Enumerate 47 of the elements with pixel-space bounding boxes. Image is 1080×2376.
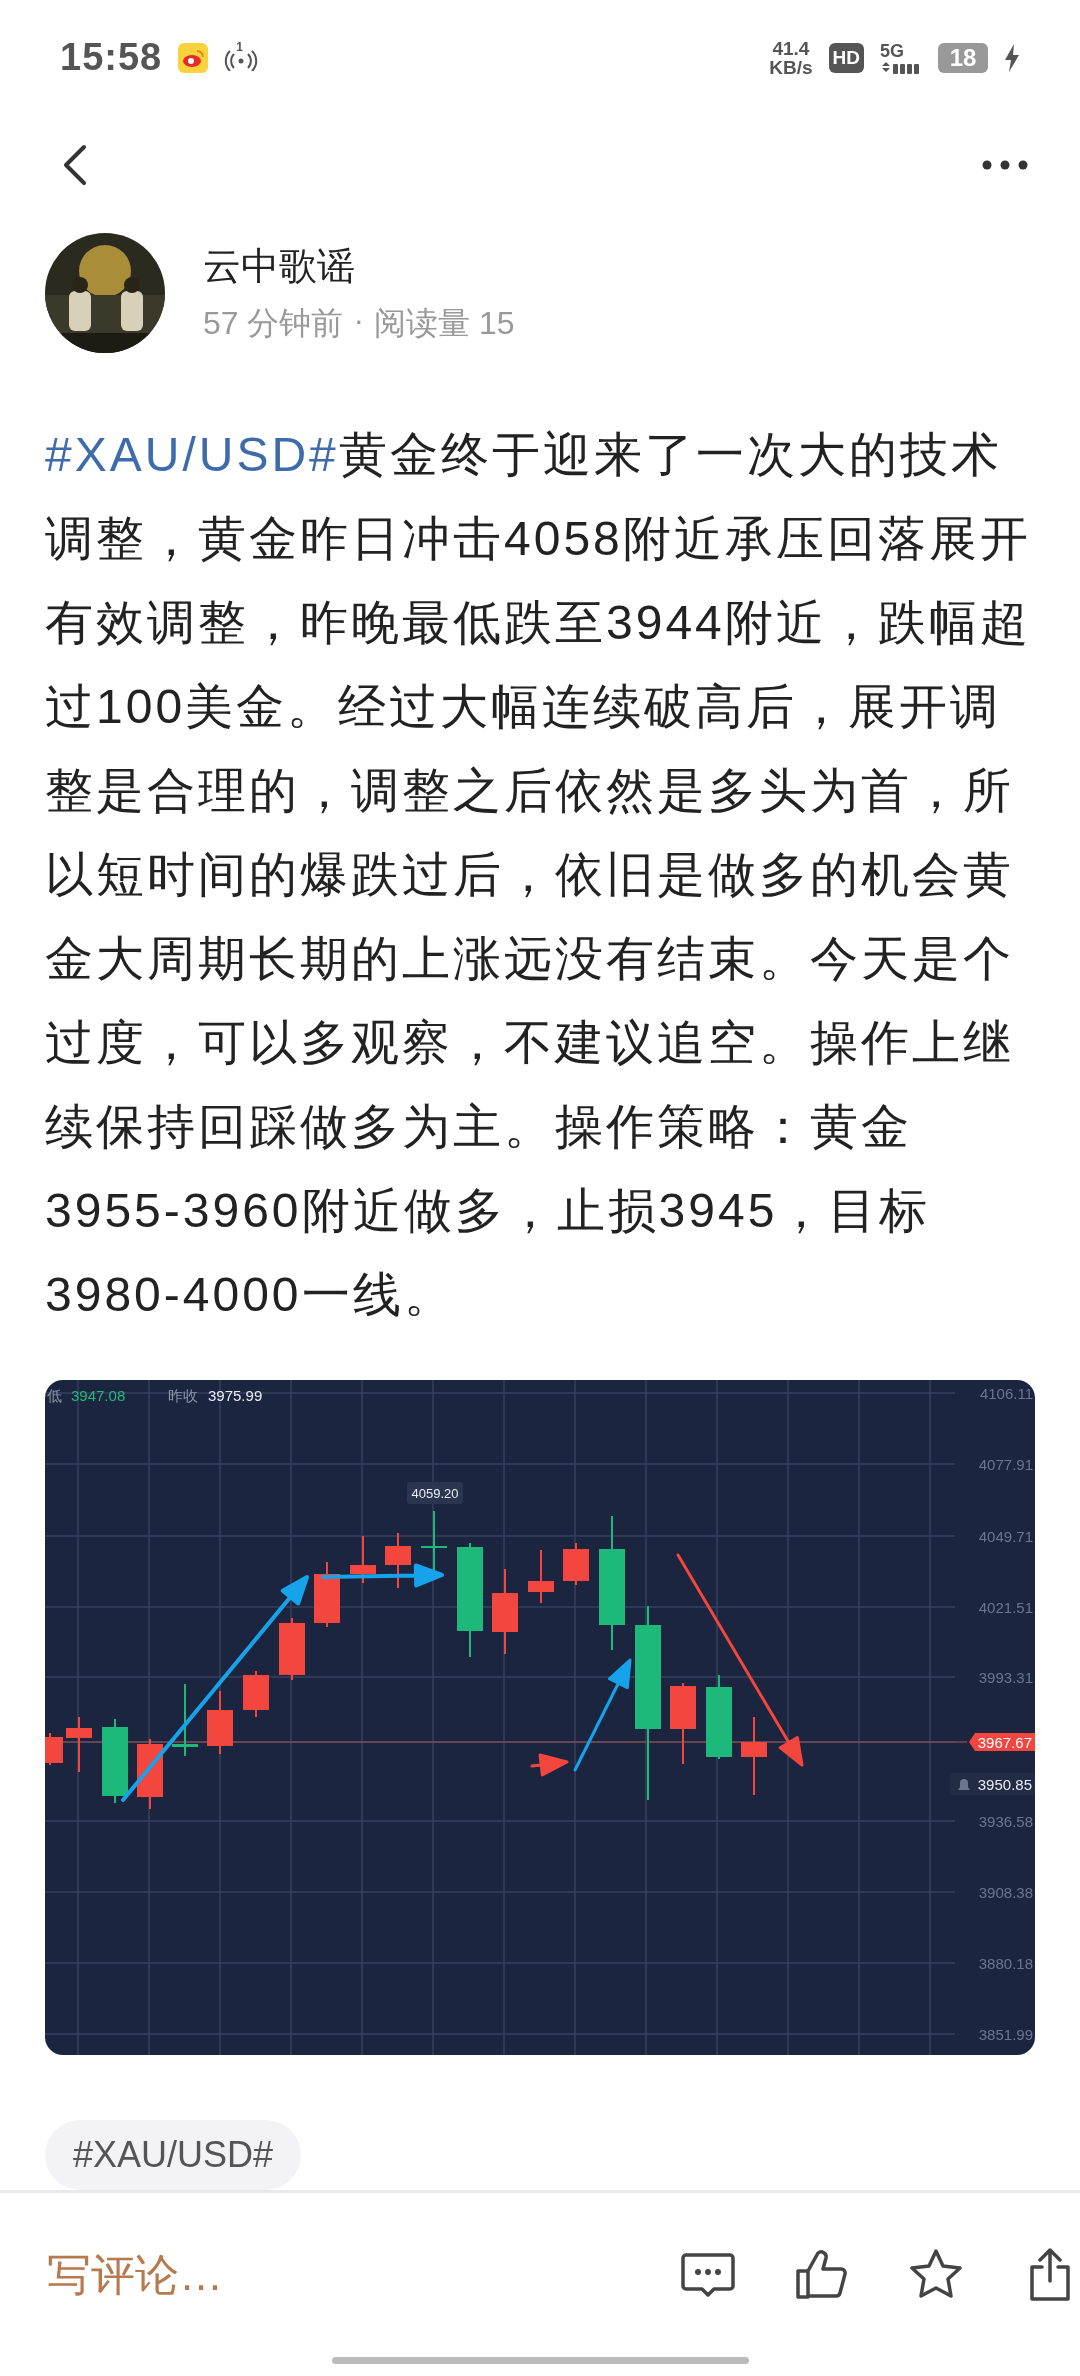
app-notification-icon bbox=[178, 42, 209, 73]
separator-dot: · bbox=[353, 301, 365, 340]
candle bbox=[385, 1532, 411, 1589]
chart-stat-value: 3975.99 bbox=[208, 1387, 263, 1404]
trend-arrow bbox=[530, 1753, 569, 1777]
hashtag-link[interactable]: #XAU/USD# bbox=[45, 428, 339, 481]
more-icon bbox=[982, 160, 1028, 170]
candle bbox=[279, 1617, 305, 1681]
candle bbox=[207, 1690, 233, 1755]
candle bbox=[45, 1732, 63, 1766]
candle bbox=[350, 1535, 376, 1584]
price-axis-label: 4049.71 bbox=[978, 1528, 1033, 1545]
candle bbox=[528, 1549, 554, 1604]
price-axis-label: 4106.11 bbox=[979, 1385, 1033, 1402]
price-axis-label: 3851.99 bbox=[978, 2026, 1033, 2043]
author-name[interactable]: 云中歌谣 bbox=[203, 240, 515, 292]
candle bbox=[314, 1561, 340, 1628]
hotspot-count: 1 bbox=[236, 38, 243, 56]
alert-price-tag: 3950.85 bbox=[950, 1773, 1035, 1795]
candle bbox=[563, 1542, 589, 1586]
price-axis-label: 3880.18 bbox=[978, 1955, 1033, 1972]
network-speed-unit: KB/s bbox=[769, 57, 813, 77]
hd-badge: HD bbox=[828, 42, 864, 73]
network-type: 5G bbox=[880, 41, 905, 60]
chart-stat-label: 低 bbox=[47, 1387, 62, 1404]
last-price-tag: 3967.67 bbox=[969, 1733, 1035, 1751]
candle bbox=[243, 1670, 269, 1718]
peak-price-label: 4059.20 bbox=[407, 1482, 463, 1504]
post-time: 57 分钟前 bbox=[203, 303, 344, 343]
price-axis-label: 4021.51 bbox=[978, 1599, 1033, 1616]
network-speed: 41.4 bbox=[772, 38, 810, 58]
comment-field[interactable]: 写评论… bbox=[45, 2249, 624, 2301]
signal-icon bbox=[880, 59, 922, 74]
post-text: #XAU/USD#黄金终于迎来了一次大的技术调整，黄金昨日冲击4058附近承压回落展开有效调整，昨晚最低跌至3944附近，跌幅超过100美金。经过大幅连续破高后，展开调整是合理的，调整之后依然是多头为首，所以短时间的爆跌过后，依旧是做多的机会黄金大周期长期的上涨远没有结束。今天是个过度，可以多观察，不建议追空。操作上继续保持回踩做多为主。操作策略：黄金3955-3960附近做多，止损3945，目标3980-4000一线。 bbox=[45, 427, 1032, 1323]
chart-stat-label: 昨收 bbox=[168, 1387, 198, 1404]
price-axis-label: 3908.38 bbox=[978, 1884, 1033, 1901]
chart-stat-value: 3947.08 bbox=[71, 1387, 126, 1404]
price-axis-label: 3936.58 bbox=[978, 1813, 1033, 1830]
back-icon bbox=[63, 144, 87, 186]
candle bbox=[66, 1716, 92, 1773]
battery-level: 18 bbox=[938, 42, 988, 73]
charging-icon bbox=[1004, 43, 1020, 72]
price-axis-label: 4077.91 bbox=[978, 1456, 1033, 1473]
price-axis-label: 3993.31 bbox=[978, 1669, 1033, 1686]
status-time: 15:58 bbox=[60, 36, 163, 79]
view-count: 阅读量 15 bbox=[374, 303, 515, 343]
topic-tag[interactable]: #XAU/USD# bbox=[45, 2120, 302, 2190]
